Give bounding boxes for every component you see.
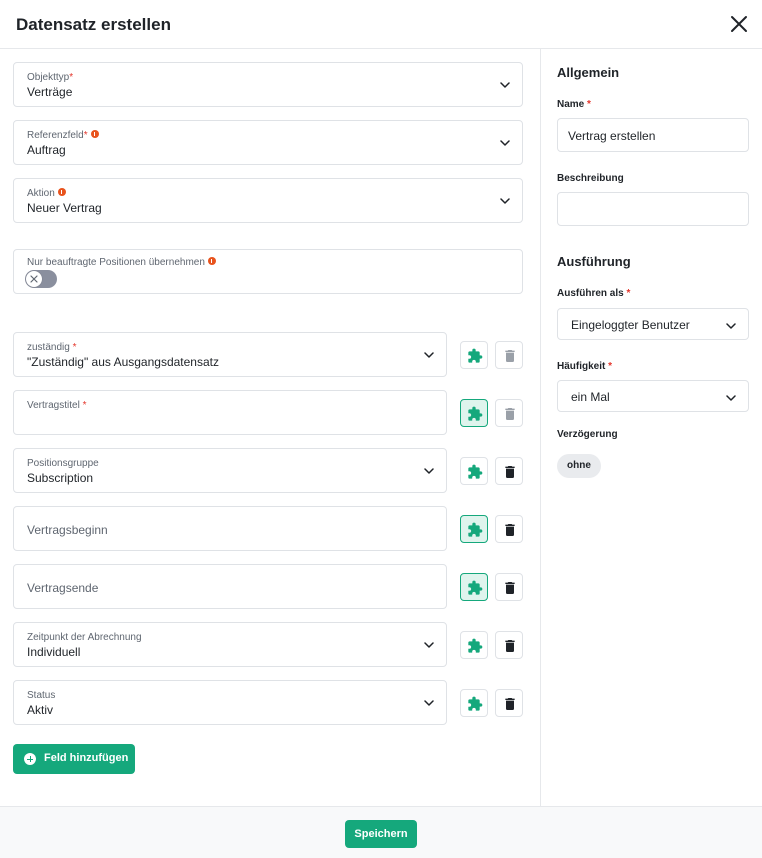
objekttyp-value: Verträge bbox=[27, 85, 73, 99]
positions-toggle[interactable] bbox=[25, 270, 57, 288]
objekttyp-label: Objekttyp* bbox=[27, 72, 74, 83]
settings-sidebar: Allgemein Name * Vertrag erstellen Besch… bbox=[540, 49, 762, 806]
status-select[interactable]: Status Aktiv bbox=[13, 680, 447, 725]
dialog-header: Datensatz erstellen bbox=[0, 0, 762, 49]
vertragsbeginn-placeholder: Vertragsbeginn bbox=[27, 523, 108, 537]
frequency-select[interactable]: ein Mal bbox=[557, 380, 749, 412]
plus-circle-icon bbox=[24, 753, 36, 765]
chevron-down-icon bbox=[424, 642, 434, 648]
name-label: Name * bbox=[557, 99, 591, 110]
chevron-down-icon bbox=[424, 700, 434, 706]
delay-chip[interactable]: ohne bbox=[557, 454, 601, 478]
save-button[interactable]: Speichern bbox=[345, 820, 417, 848]
description-input[interactable] bbox=[557, 192, 749, 226]
dialog-title: Datensatz erstellen bbox=[16, 15, 171, 34]
delete-button[interactable] bbox=[495, 515, 523, 543]
chevron-down-icon bbox=[424, 468, 434, 474]
toggle-label: Nur beauftragte Positionen übernehmen bbox=[27, 257, 216, 268]
trash-icon bbox=[505, 524, 515, 536]
add-field-label: Feld hinzufügen bbox=[44, 752, 129, 764]
positionsgruppe-select[interactable]: Positionsgruppe Subscription bbox=[13, 448, 447, 493]
puzzle-icon bbox=[468, 638, 483, 653]
chevron-down-icon bbox=[726, 395, 736, 401]
close-icon bbox=[30, 275, 38, 283]
add-field-button[interactable]: Feld hinzufügen bbox=[13, 744, 135, 774]
puzzle-icon bbox=[468, 580, 483, 595]
chevron-down-icon bbox=[500, 140, 510, 146]
delay-label: Verzögerung bbox=[557, 429, 618, 440]
abrechnung-label: Zeitpunkt der Abrechnung bbox=[27, 632, 142, 643]
toggle-knob bbox=[26, 271, 42, 287]
chevron-down-icon bbox=[726, 323, 736, 329]
trash-icon bbox=[505, 466, 515, 478]
vertragsende-input[interactable]: Vertragsende bbox=[13, 564, 447, 609]
puzzle-button[interactable] bbox=[460, 399, 488, 427]
trash-icon bbox=[505, 698, 515, 710]
positionsgruppe-value: Subscription bbox=[27, 471, 94, 485]
objekttyp-select[interactable]: Objekttyp* Verträge bbox=[13, 62, 523, 107]
positionsgruppe-label: Positionsgruppe bbox=[27, 458, 99, 469]
puzzle-icon bbox=[468, 406, 483, 421]
info-icon[interactable] bbox=[90, 130, 99, 138]
referenzfeld-label: Referenzfeld* bbox=[27, 130, 99, 141]
execute-as-select[interactable]: Eingeloggter Benutzer bbox=[557, 308, 749, 340]
section-general-title: Allgemein bbox=[557, 65, 620, 80]
zustaendig-select[interactable]: zuständig * "Zuständig" aus Ausgangsdate… bbox=[13, 332, 447, 377]
puzzle-icon bbox=[468, 696, 483, 711]
status-label: Status bbox=[27, 690, 56, 701]
puzzle-button[interactable] bbox=[460, 689, 488, 717]
delete-button[interactable] bbox=[495, 341, 523, 369]
info-icon[interactable] bbox=[57, 188, 66, 196]
puzzle-icon bbox=[468, 522, 483, 537]
vertragstitel-label: Vertragstitel * bbox=[27, 400, 87, 411]
trash-icon bbox=[505, 640, 515, 652]
puzzle-button[interactable] bbox=[460, 573, 488, 601]
section-execution-title: Ausführung bbox=[557, 254, 631, 269]
chevron-down-icon bbox=[424, 352, 434, 358]
puzzle-icon bbox=[468, 348, 483, 363]
puzzle-icon bbox=[468, 464, 483, 479]
trash-icon bbox=[505, 350, 515, 362]
vertragstitel-input[interactable]: Vertragstitel * bbox=[13, 390, 447, 435]
aktion-value: Neuer Vertrag bbox=[27, 201, 102, 215]
referenzfeld-value: Auftrag bbox=[27, 143, 66, 157]
puzzle-button[interactable] bbox=[460, 515, 488, 543]
delete-button[interactable] bbox=[495, 457, 523, 485]
vertragsbeginn-input[interactable]: Vertragsbeginn bbox=[13, 506, 447, 551]
zustaendig-label: zuständig * bbox=[27, 342, 77, 353]
execute-as-value: Eingeloggter Benutzer bbox=[571, 318, 690, 332]
chevron-down-icon bbox=[500, 198, 510, 204]
aktion-select[interactable]: Aktion Neuer Vertrag bbox=[13, 178, 523, 223]
abrechnung-value: Individuell bbox=[27, 645, 81, 659]
trash-icon bbox=[505, 408, 515, 420]
frequency-value: ein Mal bbox=[571, 390, 610, 404]
dialog-footer: Speichern bbox=[0, 806, 762, 858]
main-panel: Objekttyp* Verträge Referenzfeld* Auftra… bbox=[0, 49, 541, 806]
execute-as-label: Ausführen als * bbox=[557, 288, 631, 299]
puzzle-button[interactable] bbox=[460, 631, 488, 659]
info-icon[interactable] bbox=[207, 257, 216, 265]
vertragsende-placeholder: Vertragsende bbox=[27, 581, 99, 595]
close-icon[interactable] bbox=[727, 12, 751, 36]
status-value: Aktiv bbox=[27, 703, 54, 717]
aktion-label: Aktion bbox=[27, 188, 66, 199]
abrechnung-select[interactable]: Zeitpunkt der Abrechnung Individuell bbox=[13, 622, 447, 667]
frequency-label: Häufigkeit * bbox=[557, 361, 613, 372]
puzzle-button[interactable] bbox=[460, 341, 488, 369]
referenzfeld-select[interactable]: Referenzfeld* Auftrag bbox=[13, 120, 523, 165]
name-input[interactable]: Vertrag erstellen bbox=[557, 118, 749, 152]
delete-button[interactable] bbox=[495, 573, 523, 601]
delete-button[interactable] bbox=[495, 631, 523, 659]
positions-toggle-field: Nur beauftragte Positionen übernehmen bbox=[13, 249, 523, 294]
name-value: Vertrag erstellen bbox=[568, 129, 656, 143]
zustaendig-value: "Zuständig" aus Ausgangsdatensatz bbox=[27, 355, 219, 369]
chevron-down-icon bbox=[500, 82, 510, 88]
delete-button[interactable] bbox=[495, 399, 523, 427]
description-label: Beschreibung bbox=[557, 173, 624, 184]
trash-icon bbox=[505, 582, 515, 594]
puzzle-button[interactable] bbox=[460, 457, 488, 485]
delete-button[interactable] bbox=[495, 689, 523, 717]
